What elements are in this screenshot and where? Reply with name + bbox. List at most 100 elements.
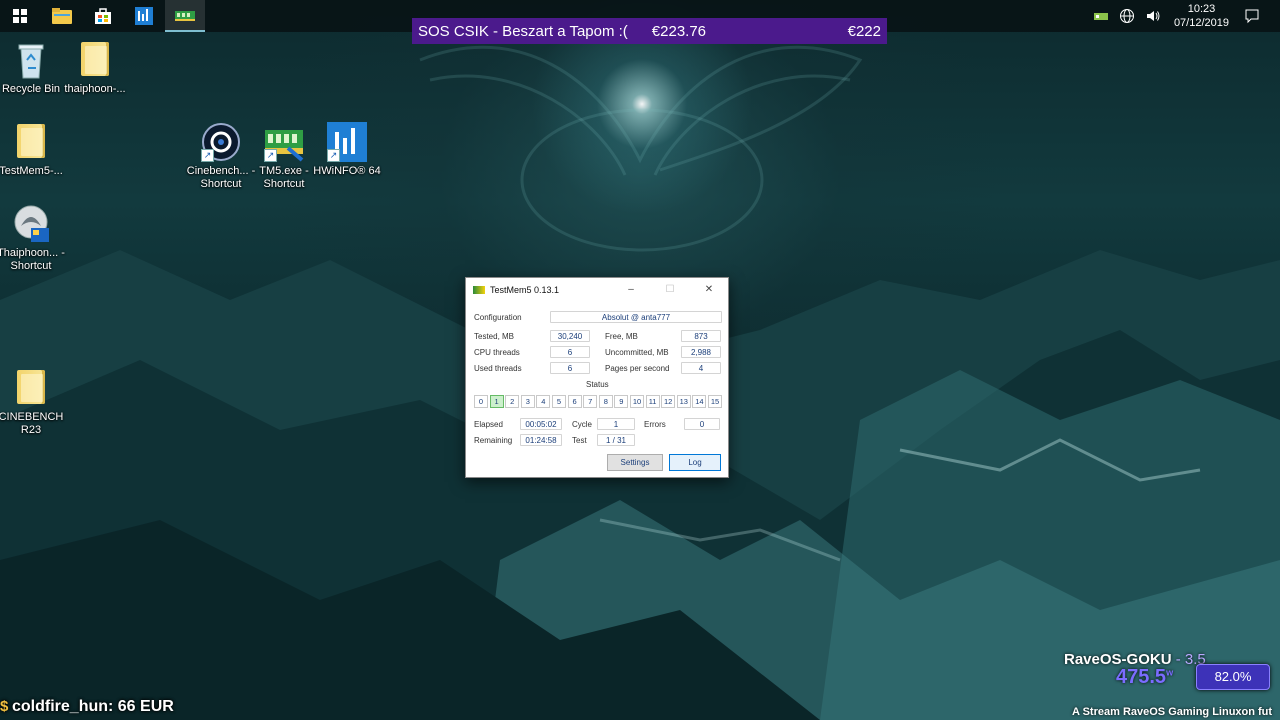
settings-button[interactable]: Settings: [607, 454, 663, 471]
hwinfo-icon: [135, 7, 153, 25]
status-cell: 14: [692, 395, 707, 408]
desktop-icon-label: CINEBENCH R23: [0, 411, 64, 436]
testmem5-taskbar-button[interactable]: [165, 0, 205, 32]
status-cell: 4: [536, 395, 551, 408]
folder-icon: [11, 122, 51, 162]
desktop-icon-label: Cinebench... - Shortcut: [186, 165, 256, 190]
hwinfo-taskbar-button[interactable]: [124, 0, 164, 32]
uncommitted-label: Uncommitted, MB: [605, 348, 669, 357]
desktop-icon-label: TestMem5-...: [0, 165, 63, 177]
ram-module-icon: [175, 11, 195, 21]
desktop-icon-label: HWiNFO® 64: [313, 165, 381, 177]
desktop-icon-cinebench-r23-folder[interactable]: CINEBENCH R23: [0, 368, 67, 437]
start-button[interactable]: [0, 0, 40, 32]
raveos-watts-value: 475.5: [1116, 666, 1167, 688]
clock-date: 07/12/2019: [1173, 17, 1229, 29]
cycle-value: 1: [597, 418, 635, 430]
file-explorer-button[interactable]: [42, 0, 82, 32]
free-value: 873: [681, 330, 721, 342]
dollar-coin-icon: $: [0, 698, 9, 715]
close-button[interactable]: ✕: [700, 282, 718, 298]
errors-label: Errors: [644, 420, 666, 429]
config-label: Configuration: [474, 313, 522, 322]
remaining-value: 01:24:58: [520, 434, 562, 446]
donor-text: coldfire_hun: 66 EUR: [12, 698, 174, 715]
desktop-icon-tm5-shortcut[interactable]: ↗ TM5.exe - Shortcut: [248, 122, 320, 191]
remaining-label: Remaining: [474, 436, 513, 445]
status-cell: 11: [645, 395, 660, 408]
status-cell: 1: [489, 395, 504, 408]
desktop-icon-hwinfo64[interactable]: ↗ HWiNFO® 64: [311, 122, 383, 178]
raveos-percent-badge: 82.0%: [1196, 664, 1270, 690]
ticker-message: SOS CSIK - Beszart a Tapom :(: [418, 22, 628, 40]
testmem5-window: TestMem5 0.13.1 – ☐ ✕ Configuration Abso…: [465, 277, 729, 478]
window-titlebar[interactable]: TestMem5 0.13.1 – ☐ ✕: [466, 278, 728, 302]
log-button[interactable]: Log: [669, 454, 721, 471]
desktop-icon-label: Thaiphoon... - Shortcut: [0, 247, 65, 272]
status-cell: 12: [661, 395, 676, 408]
desktop-icon-label: thaiphoon-...: [64, 83, 126, 95]
desktop-icon-thaiphoon-folder[interactable]: thaiphoon-...: [59, 40, 131, 96]
network-adapter-icon[interactable]: [1091, 6, 1111, 26]
test-label: Test: [572, 436, 587, 445]
store-button[interactable]: [83, 0, 123, 32]
shortcut-arrow-icon: ↗: [327, 149, 340, 162]
desktop-icon-thaiphoon-shortcut[interactable]: Thaiphoon... - Shortcut: [0, 204, 67, 273]
system-tray: 10:23 07/12/2019: [1088, 0, 1280, 32]
raveos-overlay: RaveOS-GOKU - 3.5 475.5w 82.0% A Stream …: [1062, 650, 1280, 720]
config-value: Absolut @ anta777: [550, 311, 722, 323]
cpu-threads-label: CPU threads: [474, 348, 520, 357]
status-cell: 3: [520, 395, 535, 408]
windows-logo-icon: [13, 9, 27, 23]
pages-per-second-value: 4: [681, 362, 721, 374]
shortcut-arrow-icon: ↗: [201, 149, 214, 162]
donor-overlay: $ coldfire_hun: 66 EUR: [0, 698, 174, 716]
status-cell: 10: [630, 395, 644, 408]
maximize-button[interactable]: ☐: [661, 282, 679, 298]
used-threads-label: Used threads: [474, 364, 522, 373]
desktop-icon-recycle-bin[interactable]: Recycle Bin: [0, 40, 67, 96]
folder-icon: [52, 8, 72, 24]
cpu-threads-value: 6: [550, 346, 590, 358]
ticker-amount-right: €222: [847, 22, 881, 40]
tested-value: 30,240: [550, 330, 590, 342]
elapsed-label: Elapsed: [474, 420, 503, 429]
status-cell: 13: [676, 395, 691, 408]
window-title: TestMem5 0.13.1: [490, 285, 560, 295]
status-cell: 7: [583, 395, 598, 408]
globe-icon[interactable]: [1117, 6, 1137, 26]
ticker-amount-left: €223.76: [651, 22, 707, 40]
status-cell: 2: [505, 395, 520, 408]
status-cell: 9: [614, 395, 629, 408]
status-label: Status: [586, 380, 609, 389]
raveos-watts-unit: w: [1166, 667, 1174, 678]
notification-icon[interactable]: [1242, 6, 1262, 26]
cinebench-icon: ↗: [201, 122, 241, 162]
minimize-button[interactable]: –: [622, 282, 640, 298]
errors-value: 0: [684, 418, 720, 430]
uncommitted-value: 2,988: [681, 346, 721, 358]
status-cell: 5: [552, 395, 566, 408]
test-value: 1 / 31: [597, 434, 635, 446]
folder-icon: [11, 368, 51, 408]
status-cell: 0: [474, 395, 488, 408]
desktop-icon-cinebench-shortcut[interactable]: ↗ Cinebench... - Shortcut: [185, 122, 257, 191]
hwinfo-icon: ↗: [327, 122, 367, 162]
status-cell: 6: [567, 395, 582, 408]
speaker-icon[interactable]: [1143, 6, 1163, 26]
free-label: Free, MB: [605, 332, 638, 341]
cycle-label: Cycle: [572, 420, 593, 429]
pages-per-second-label: Pages per second: [605, 364, 670, 373]
tested-label: Tested, MB: [474, 332, 515, 341]
desktop-icon-label: TM5.exe - Shortcut: [259, 165, 309, 190]
clock-time: 10:23: [1187, 3, 1216, 15]
desktop-icon-testmem5-folder[interactable]: TestMem5-...: [0, 122, 67, 178]
ram-module-icon: ↗: [264, 122, 304, 162]
ram-module-icon: [473, 286, 485, 294]
clock[interactable]: 10:23 07/12/2019: [1174, 2, 1229, 30]
folder-icon: [75, 40, 115, 80]
elapsed-value: 00:05:02: [520, 418, 562, 430]
raveos-watts: 475.5w: [1116, 666, 1173, 689]
store-bag-icon: [95, 8, 111, 24]
status-cell: 8: [598, 395, 613, 408]
